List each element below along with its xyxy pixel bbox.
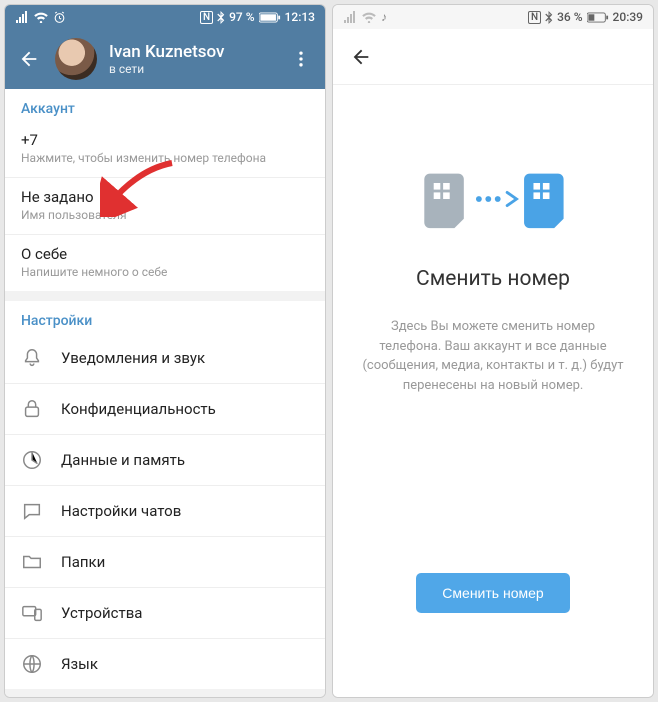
nfc-icon: N: [200, 11, 213, 24]
settings-item-notifications[interactable]: Уведомления и звук: [5, 333, 325, 384]
wifi-icon: [361, 11, 377, 23]
battery-text: 97 %: [229, 10, 254, 24]
settings-item-privacy[interactable]: Конфиденциальность: [5, 384, 325, 435]
bio-hint: Напишите немного о себе: [21, 265, 309, 279]
username-value: Не задано: [21, 188, 309, 206]
page-description: Здесь Вы можете сменить номер телефона. …: [361, 317, 625, 395]
bio-row[interactable]: О себе Напишите немного о себе: [5, 235, 325, 291]
account-section: Аккаунт +7 Нажмите, чтобы изменить номер…: [5, 89, 325, 291]
bell-icon: [21, 347, 43, 369]
settings-item-label: Уведомления и звук: [61, 349, 205, 367]
settings-item-label: Настройки чатов: [61, 502, 181, 520]
tiktok-icon: ♪: [381, 10, 387, 24]
bio-value: О себе: [21, 245, 309, 263]
battery-text: 36 %: [557, 10, 582, 24]
account-section-title: Аккаунт: [5, 89, 325, 121]
page-title: Сменить номер: [416, 267, 570, 291]
more-menu-button[interactable]: [287, 45, 315, 73]
page-header: [333, 29, 653, 85]
settings-item-label: Язык: [61, 655, 98, 673]
chat-icon: [21, 500, 43, 522]
clock-text: 20:39: [613, 10, 643, 24]
username-hint: Имя пользователя: [21, 208, 309, 222]
lock-icon: [21, 398, 43, 420]
settings-item-folders[interactable]: Папки: [5, 537, 325, 588]
settings-item-language[interactable]: Язык: [5, 639, 325, 689]
change-number-button[interactable]: Сменить номер: [416, 573, 569, 613]
devices-icon: [21, 602, 43, 624]
status-bar: N 97 % 12:13: [5, 5, 325, 29]
status-bar: ♪ N 36 % 20:39: [333, 5, 653, 29]
alarm-icon: [53, 11, 66, 24]
battery-icon: [587, 12, 609, 23]
username-row[interactable]: Не задано Имя пользователя: [5, 178, 325, 235]
clock-text: 12:13: [285, 10, 315, 24]
sim-new-icon: [524, 174, 564, 229]
wifi-icon: [33, 11, 49, 23]
profile-header: Ivan Kuznetsov в сети: [5, 29, 325, 89]
settings-section: Настройки Уведомления и звук Конфиденциа…: [5, 301, 325, 689]
settings-item-label: Данные и память: [61, 451, 185, 469]
signal-icon: [15, 11, 29, 23]
sim-transfer-illustration: [413, 149, 573, 249]
phone-row[interactable]: +7 Нажмите, чтобы изменить номер телефон…: [5, 121, 325, 178]
signal-icon: [343, 11, 357, 23]
change-number-screen: ♪ N 36 % 20:39: [332, 4, 654, 698]
settings-item-devices[interactable]: Устройства: [5, 588, 325, 639]
phone-hint: Нажмите, чтобы изменить номер телефона: [21, 151, 309, 165]
avatar[interactable]: [55, 38, 97, 80]
bluetooth-icon: [545, 11, 553, 24]
bluetooth-icon: [217, 11, 225, 24]
battery-icon: [259, 12, 281, 23]
back-button[interactable]: [15, 45, 43, 73]
data-icon: [21, 449, 43, 471]
phone-value: +7: [21, 131, 309, 149]
folder-icon: [21, 551, 43, 573]
settings-section-title: Настройки: [5, 301, 325, 333]
globe-icon: [21, 653, 43, 675]
profile-name: Ivan Kuznetsov: [109, 42, 224, 62]
settings-item-chat[interactable]: Настройки чатов: [5, 486, 325, 537]
profile-status: в сети: [109, 62, 224, 76]
nfc-icon: N: [528, 11, 541, 24]
content-scroll[interactable]: Аккаунт +7 Нажмите, чтобы изменить номер…: [5, 89, 325, 697]
settings-item-label: Устройства: [61, 604, 142, 622]
telegram-profile-screen: N 97 % 12:13 Ivan Kuznetsov в сети: [4, 4, 326, 698]
settings-item-data[interactable]: Данные и память: [5, 435, 325, 486]
settings-item-label: Папки: [61, 553, 105, 571]
settings-item-label: Конфиденциальность: [61, 400, 216, 418]
back-button[interactable]: [347, 43, 375, 71]
page-body: Сменить номер Здесь Вы можете сменить но…: [333, 85, 653, 697]
sim-old-icon: [424, 174, 464, 229]
